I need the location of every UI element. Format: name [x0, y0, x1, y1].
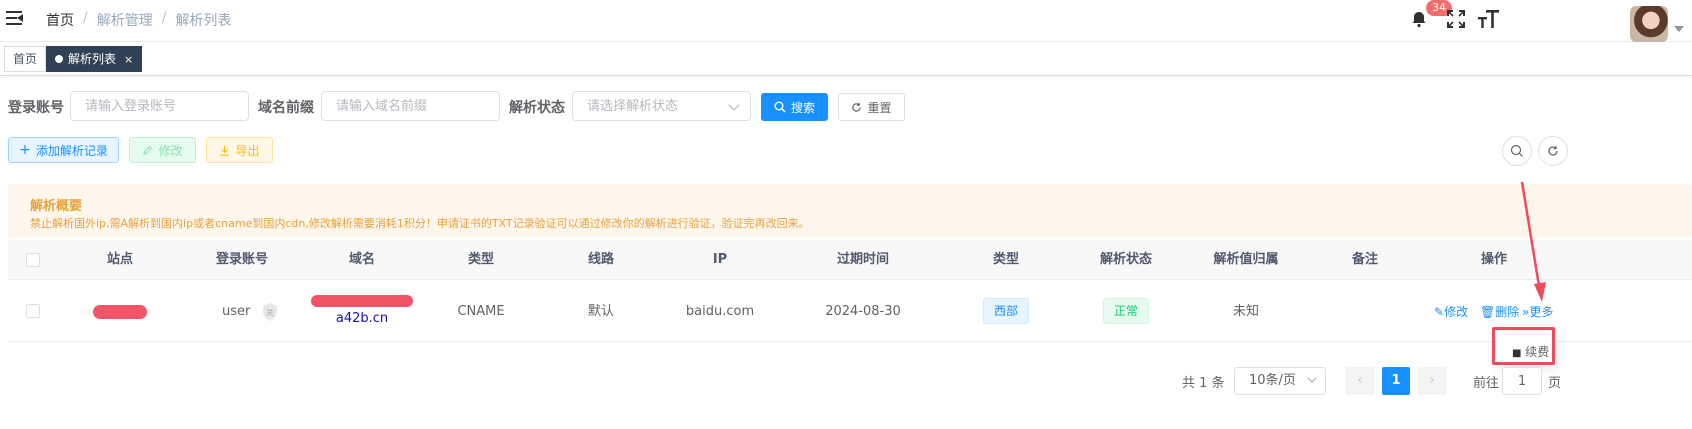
close-icon[interactable]: × — [124, 53, 133, 66]
col-actions: 操作 — [1480, 252, 1508, 267]
edit-icon — [143, 145, 153, 155]
cell-ip: baidu.com — [685, 304, 755, 319]
goto-page-input[interactable] — [1502, 367, 1542, 395]
page-size-value: 10条/页 — [1249, 373, 1296, 388]
export-button[interactable]: 导出 — [206, 137, 273, 163]
breadcrumb-dns-management[interactable]: 解析管理 — [97, 10, 153, 30]
col-remark: 备注 — [1351, 252, 1379, 267]
search-button-label: 搜索 — [790, 100, 815, 115]
row-edit-link[interactable]: ✎修改 — [1434, 303, 1468, 320]
status-tag: 正常 — [1102, 298, 1150, 324]
edit-button[interactable]: 修改 — [129, 137, 196, 163]
annotation-arrow — [1520, 181, 1546, 302]
cell-region: 西部 — [982, 281, 1030, 342]
prefix-input[interactable] — [321, 91, 500, 121]
avatar-dropdown-caret-icon[interactable] — [1674, 21, 1684, 36]
search-icon — [1510, 144, 1523, 157]
shield-icon: 关 — [263, 302, 278, 321]
goto-suffix: 页 — [1548, 376, 1562, 391]
tags-view: 首页 解析列表 × — [0, 42, 1692, 76]
col-status: 解析状态 — [1099, 252, 1153, 267]
col-account: 登录账号 — [215, 252, 269, 267]
prefix-label: 域名前缀 — [258, 100, 314, 116]
account-value: user — [222, 304, 251, 319]
cell-value-owner: 未知 — [1232, 304, 1260, 319]
hamburger-icon[interactable] — [6, 11, 23, 25]
table-header: 站点 登录账号 域名 类型 线路 IP 过期时间 类型 解析状态 解析值归属 备… — [8, 240, 1692, 280]
status-select[interactable] — [572, 91, 751, 121]
page-number-button[interactable]: 1 — [1382, 367, 1410, 395]
annotation-highlight-box — [1492, 327, 1555, 365]
refresh-table-button[interactable] — [1538, 136, 1568, 166]
refresh-icon — [852, 102, 862, 112]
add-record-button[interactable]: + 添加解析记录 — [8, 137, 119, 163]
col-expire: 过期时间 — [836, 252, 890, 267]
cell-record-type: CNAME — [457, 304, 505, 319]
prev-page-button[interactable]: ‹ — [1346, 367, 1374, 395]
col-region: 类型 — [992, 252, 1020, 267]
alert-title: 解析概要 — [30, 199, 83, 214]
add-record-button-label: 添加解析记录 — [35, 143, 108, 158]
edit-button-label: 修改 — [158, 143, 183, 158]
pagination-total: 共 1 条 — [1182, 376, 1225, 391]
account-label: 登录账号 — [8, 100, 64, 116]
redaction-mark — [311, 295, 413, 307]
breadcrumb-home[interactable]: 首页 — [46, 10, 74, 30]
goto-prefix: 前往 — [1473, 376, 1500, 391]
cell-site — [93, 281, 147, 342]
search-button[interactable]: 搜索 — [761, 93, 828, 121]
refresh-icon — [1548, 146, 1558, 156]
col-record-type: 类型 — [467, 252, 495, 267]
chevron-right-icon: › — [1429, 373, 1435, 388]
reset-button[interactable]: 重置 — [838, 93, 905, 121]
col-ip: IP — [712, 252, 728, 267]
col-value-owner: 解析值归属 — [1213, 252, 1279, 267]
row-more-label: 更多 — [1529, 305, 1554, 319]
domain-link[interactable]: a42b.cn — [311, 311, 413, 326]
edit-icon: ✎ — [1434, 305, 1445, 319]
cell-domain: a42b.cn — [311, 281, 413, 342]
next-page-button[interactable]: › — [1418, 367, 1446, 395]
trash-icon: 🗑 — [1480, 305, 1496, 319]
svg-text:关: 关 — [266, 307, 274, 317]
col-domain: 域名 — [348, 252, 376, 267]
chevron-down-icon — [1307, 377, 1317, 383]
account-input[interactable] — [70, 91, 249, 121]
overview-alert: 解析概要 禁止解析国外ip,需A解析到国内ip或者cname到国内cdn,修改解… — [8, 184, 1692, 238]
toggle-search-button[interactable] — [1502, 136, 1532, 166]
active-dot-icon — [55, 55, 63, 63]
download-icon — [220, 145, 230, 156]
alert-description: 禁止解析国外ip,需A解析到国内ip或者cname到国内cdn,修改解析需要消耗… — [30, 217, 810, 230]
select-all-checkbox[interactable] — [26, 253, 40, 267]
bell-icon[interactable] — [1410, 10, 1428, 28]
search-icon — [774, 101, 786, 113]
row-delete-label: 删除 — [1495, 305, 1520, 319]
cell-line: 默认 — [587, 304, 615, 319]
breadcrumb-dns-list: 解析列表 — [175, 13, 232, 29]
tag-dns-list-label: 解析列表 — [68, 52, 117, 66]
region-tag: 西部 — [982, 298, 1030, 324]
navbar: 首页 / 解析管理 / 解析列表 34 — [0, 0, 1692, 42]
plus-icon: + — [19, 142, 31, 158]
page-size-select[interactable]: 10条/页 — [1234, 367, 1326, 395]
status-label: 解析状态 — [509, 100, 565, 116]
reset-button-label: 重置 — [867, 100, 892, 115]
export-button-label: 导出 — [235, 143, 260, 158]
breadcrumb: 首页 / 解析管理 / 解析列表 — [46, 10, 232, 30]
avatar[interactable] — [1630, 6, 1668, 42]
col-site: 站点 — [106, 252, 134, 267]
cell-status: 正常 — [1102, 281, 1150, 342]
row-checkbox[interactable] — [26, 304, 40, 318]
chevron-left-icon: ‹ — [1357, 373, 1363, 388]
col-line: 线路 — [587, 252, 615, 267]
row-edit-label: 修改 — [1444, 305, 1469, 319]
cell-account: user 关 — [222, 281, 280, 342]
redaction-mark — [93, 304, 147, 319]
fullscreen-icon[interactable] — [1446, 9, 1466, 29]
tag-dns-list[interactable]: 解析列表 × — [46, 46, 143, 72]
tag-home[interactable]: 首页 — [4, 46, 47, 72]
font-size-icon[interactable] — [1478, 9, 1500, 29]
cell-expire: 2024-08-30 — [825, 304, 901, 319]
